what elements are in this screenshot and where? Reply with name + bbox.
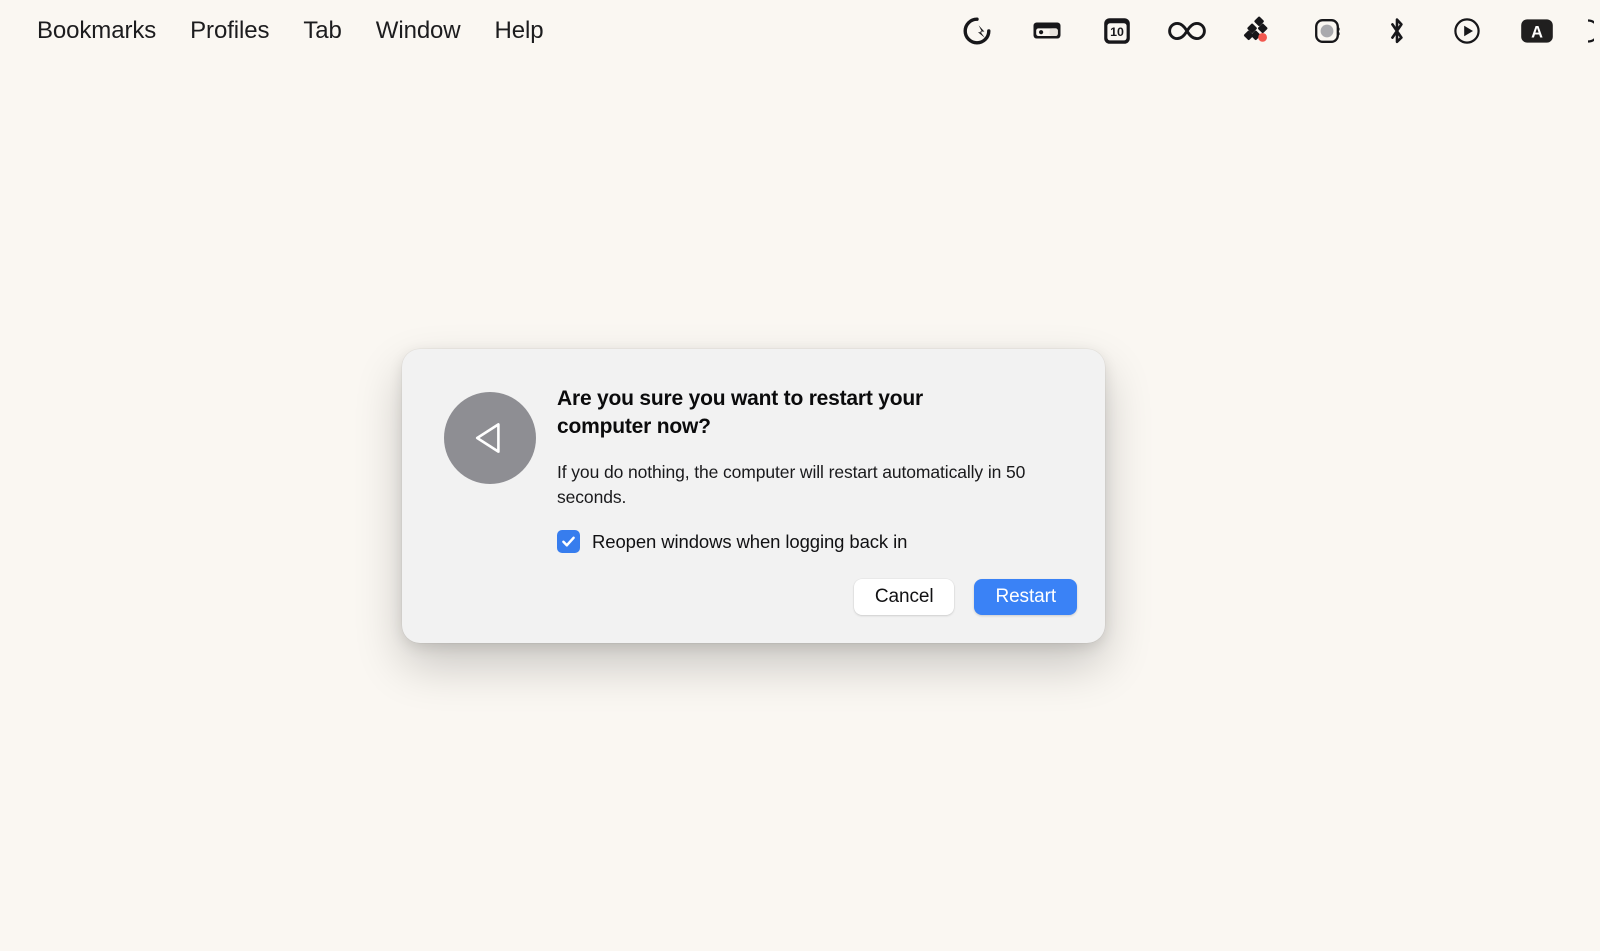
- dialog-content: Are you sure you want to restart your co…: [557, 385, 1077, 554]
- menu-tab[interactable]: Tab: [286, 13, 358, 49]
- cancel-button[interactable]: Cancel: [853, 579, 955, 615]
- wallet-card-icon[interactable]: [1012, 9, 1082, 53]
- menu-window[interactable]: Window: [359, 13, 478, 49]
- restart-button[interactable]: Restart: [974, 579, 1077, 615]
- bluetooth-icon[interactable]: [1362, 9, 1432, 53]
- calendar-icon[interactable]: 10: [1082, 9, 1152, 53]
- dialog-message: If you do nothing, the computer will res…: [557, 462, 1026, 507]
- reopen-windows-checkbox-row[interactable]: Reopen windows when logging back in: [557, 530, 1077, 554]
- clock-edge-icon[interactable]: [1572, 9, 1600, 53]
- menu-bar: Bookmarks Profiles Tab Window Help 10 A: [0, 0, 1600, 62]
- reopen-windows-checkbox[interactable]: [557, 530, 580, 554]
- quicksilver-q-icon[interactable]: [942, 9, 1012, 53]
- menu-bar-status-group: 10 A: [942, 9, 1600, 53]
- dialog-button-row: Cancel Restart: [853, 579, 1077, 615]
- menu-help[interactable]: Help: [478, 13, 561, 49]
- restart-back-triangle-icon: [444, 392, 536, 484]
- dialog-icon-container: [444, 392, 536, 484]
- menu-profiles[interactable]: Profiles: [173, 13, 286, 49]
- calendar-day-number: 10: [1110, 25, 1124, 39]
- play-circle-icon[interactable]: [1432, 9, 1502, 53]
- menu-bookmarks[interactable]: Bookmarks: [20, 13, 173, 49]
- dialog-title: Are you sure you want to restart your co…: [557, 387, 924, 438]
- reopen-windows-label[interactable]: Reopen windows when logging back in: [592, 531, 907, 553]
- input-source-letter: A: [1531, 23, 1543, 41]
- watch-camera-icon[interactable]: [1292, 9, 1362, 53]
- restart-confirmation-dialog: Are you sure you want to restart your co…: [402, 349, 1105, 643]
- menu-bar-left-group: Bookmarks Profiles Tab Window Help: [0, 13, 561, 49]
- checkmark-icon: [562, 536, 575, 547]
- diamond-grid-red-dot-icon[interactable]: [1222, 9, 1292, 53]
- text-input-a-badge-icon[interactable]: A: [1502, 9, 1572, 53]
- infinity-icon[interactable]: [1152, 9, 1222, 53]
